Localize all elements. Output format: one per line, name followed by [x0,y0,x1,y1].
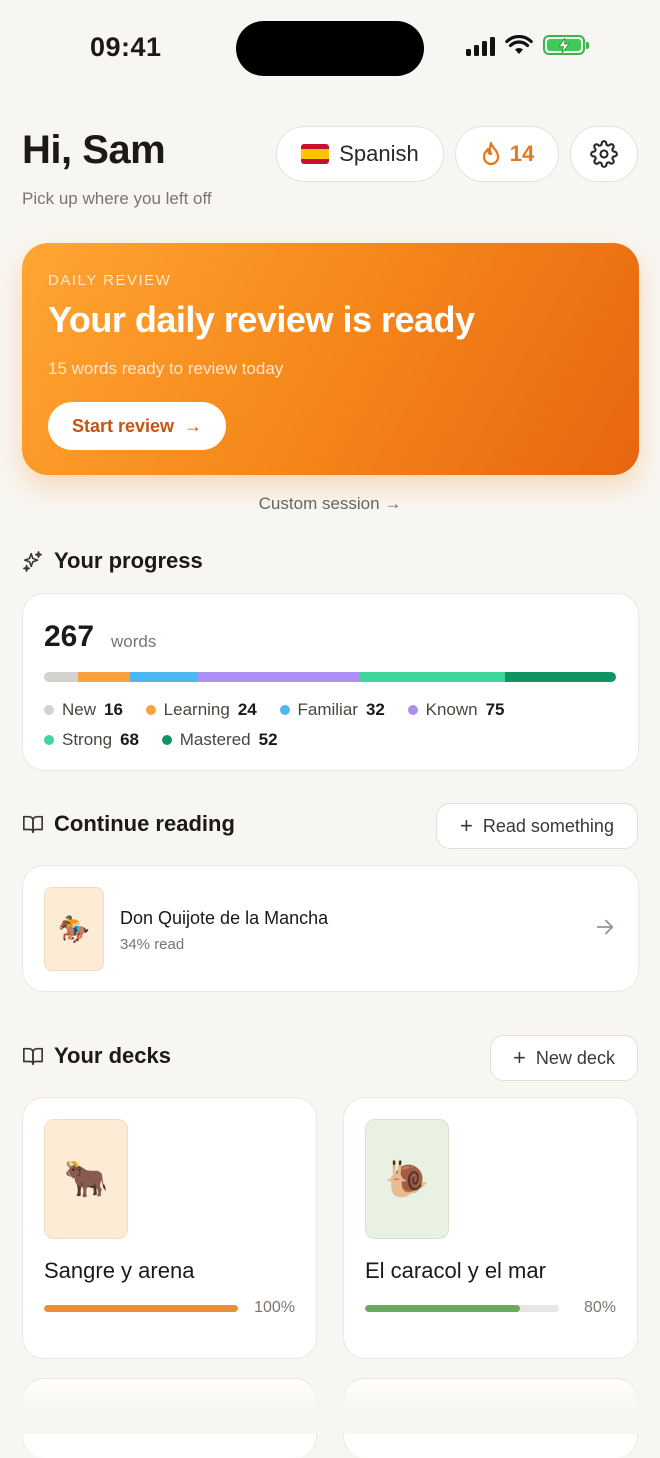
greeting-subtitle: Pick up where you left off [22,189,212,208]
status-time: 09:41 [90,32,162,62]
arrow-right-icon: → [184,415,203,436]
word-total: 267 [44,620,95,653]
level-segment-new [44,672,79,682]
legend-mastered: Mastered 52 [161,730,278,750]
deck-cover: 🐌 [365,1119,449,1239]
cellular-signal-icon [466,34,495,56]
deck-cover: 🐂 [44,1119,128,1239]
deck-progress-bar [44,1305,238,1312]
deck-percent: 100% [254,1299,295,1316]
gear-icon [590,140,618,168]
streak-count: 14 [509,141,535,166]
open-book-icon [23,815,43,834]
settings-button[interactable] [570,126,638,182]
ox-icon: 🐂 [63,1158,109,1199]
legend-familiar: Familiar 32 [279,700,385,720]
open-book-icon [23,1047,43,1066]
legend-dot [145,705,156,715]
decks-section-title: Your decks [54,1043,171,1068]
level-segment-learning [78,672,130,682]
book-cover: 🏇 [44,887,104,971]
deck-title: Sangre y arena [44,1258,195,1283]
language-label: Spanish [339,141,419,166]
legend-dot [44,735,54,745]
legend-new: New 16 [44,700,123,720]
new-deck-button[interactable]: + New deck [490,1035,638,1081]
plus-icon: + [513,1045,526,1070]
level-distribution-bar [44,672,616,682]
battery-charging-icon [543,35,589,55]
progress-section-title: Your progress [54,548,203,573]
legend-known: Known 75 [407,700,505,720]
deck-card[interactable]: 🐌 El caracol y el mar 80% [343,1097,638,1359]
wifi-icon [505,35,533,54]
legend-dot [161,735,172,745]
reading-section-header: Continue reading [22,811,235,837]
sparkles-icon [23,551,43,572]
language-selector-button[interactable]: Spanish [276,126,444,182]
status-icons [466,34,589,56]
legend-row-2: Strong 68 Mastered 52 [44,730,624,750]
deck-progress-bar [365,1305,559,1312]
horse-rider-icon: 🏇 [57,913,91,944]
new-deck-label: New deck [535,1047,615,1068]
daily-review-card: DAILY REVIEW Your daily review is ready … [22,243,639,475]
level-segment-familiar [129,672,199,682]
legend-dot [279,705,290,715]
decks-section-header: Your decks [22,1043,171,1069]
status-bar: 09:41 [0,0,660,96]
progress-card: 267 words New 16 Learning 24 Familiar 32 Kn… [22,593,639,771]
level-segment-mastered [504,672,616,682]
book-title: Don Quijote de la Mancha [120,908,329,928]
start-review-button[interactable]: Start review → [48,402,226,450]
daily-review-subtitle: 15 words ready to review today [48,359,284,378]
flame-icon [482,141,499,166]
current-book-card[interactable]: 🏇 Don Quijote de la Mancha 34% read [22,865,639,992]
start-review-label: Start review [71,415,175,436]
read-something-label: Read something [482,815,614,836]
arrow-right-icon [596,919,614,935]
legend-row-1: New 16 Learning 24 Familiar 32 Known 75 [44,700,624,720]
deck-percent: 80% [583,1299,616,1316]
deck-card[interactable]: 🐂 Sangre y arena 100% [22,1097,317,1359]
legend-dot [407,705,418,715]
spain-flag-icon [301,144,330,164]
progress-section-header: Your progress [22,548,203,574]
legend-dot [44,705,54,715]
greeting-title: Hi, Sam [22,128,166,172]
scroll-fade [0,1384,660,1434]
level-segment-strong [358,672,505,682]
daily-review-eyebrow: DAILY REVIEW [48,272,172,289]
streak-button[interactable]: 14 [455,126,559,182]
reading-section-title: Continue reading [54,811,235,836]
daily-review-title: Your daily review is ready [48,299,475,340]
plus-icon: + [460,813,473,838]
deck-title: El caracol y el mar [365,1258,546,1283]
word-total-unit: words [111,632,157,651]
book-progress: 34% read [120,936,185,953]
deck-progress-fill [365,1305,521,1312]
snail-icon: 🐌 [384,1158,430,1199]
legend-strong: Strong 68 [44,730,139,750]
read-something-button[interactable]: + Read something [436,803,638,849]
custom-session-link[interactable]: Custom session → [0,494,660,514]
level-segment-known [198,672,359,682]
deck-progress-fill [44,1305,238,1312]
legend-learning: Learning 24 [145,700,257,720]
dynamic-island [236,21,424,76]
